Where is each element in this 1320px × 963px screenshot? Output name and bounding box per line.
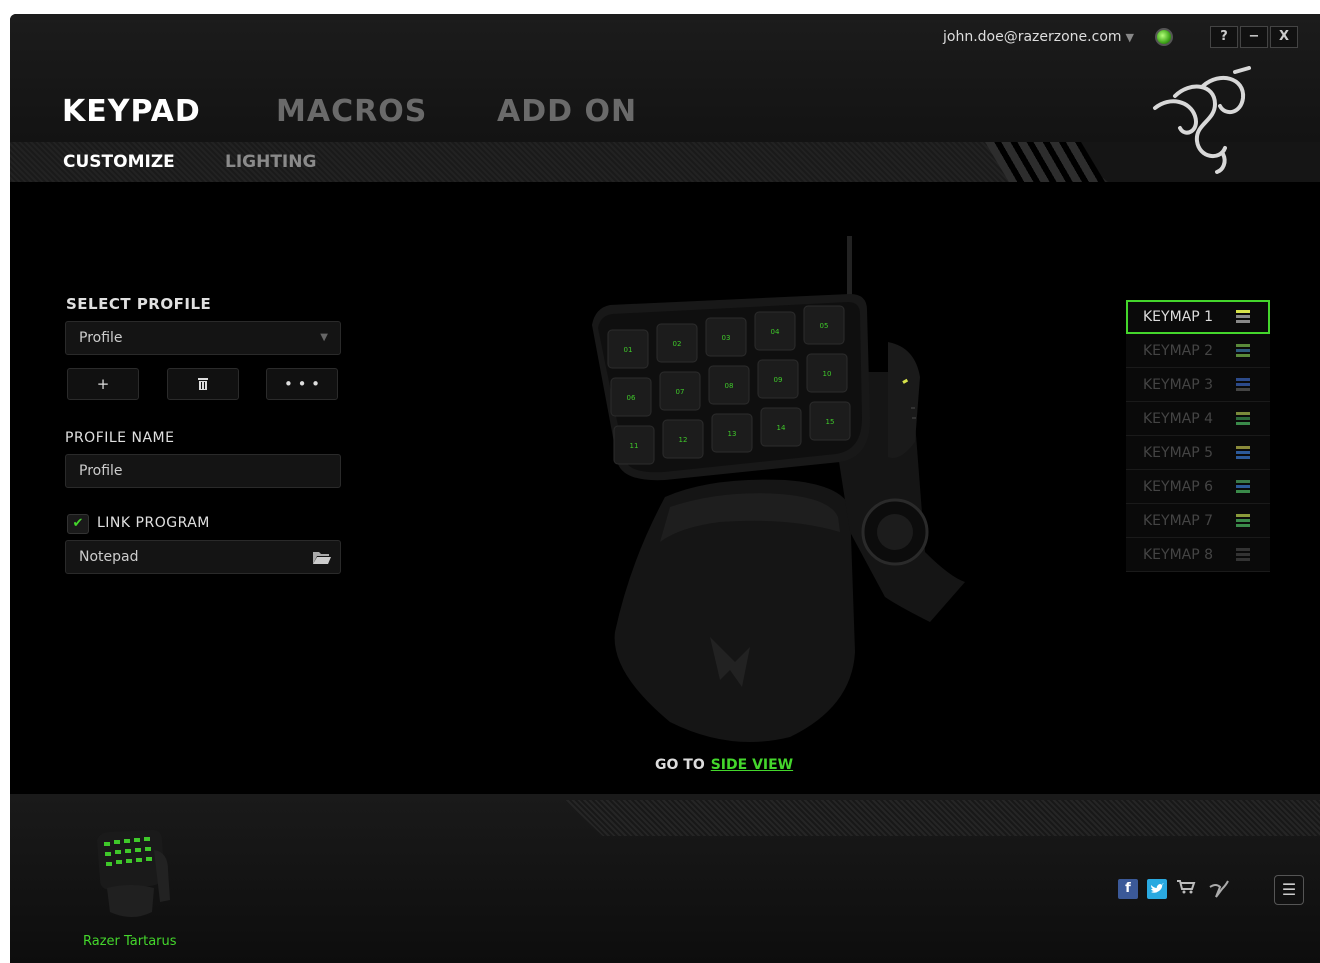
- goto-side-view: GO TO SIDE VIEW: [655, 757, 793, 773]
- razer-logo-icon: [1153, 66, 1251, 174]
- help-button[interactable]: ?: [1210, 26, 1238, 48]
- subtab-customize[interactable]: CUSTOMIZE: [63, 152, 175, 172]
- tab-add-on[interactable]: ADD ON: [497, 94, 637, 129]
- folder-icon[interactable]: [313, 551, 331, 564]
- keymap-color-icon: [1236, 412, 1250, 426]
- facebook-icon[interactable]: f: [1118, 879, 1138, 899]
- keypad-key-label: 12: [679, 436, 688, 444]
- twitter-bird-icon: [1151, 883, 1164, 893]
- hamburger-icon: ☰: [1281, 880, 1297, 899]
- profile-dropdown[interactable]: Profile ▼: [65, 321, 341, 355]
- main-menu-button[interactable]: ☰: [1274, 875, 1304, 905]
- close-button[interactable]: X: [1270, 26, 1298, 48]
- keypad-key-label: 03: [722, 334, 731, 342]
- keymap-label: KEYMAP 7: [1143, 513, 1214, 529]
- keypad-key-label: 02: [673, 340, 682, 348]
- side-view-link[interactable]: SIDE VIEW: [711, 757, 793, 773]
- goto-prefix: GO TO: [655, 757, 705, 773]
- keymap-label: KEYMAP 8: [1143, 547, 1214, 563]
- link-program-checkbox[interactable]: ✔: [67, 514, 89, 534]
- keymap-color-icon: [1236, 310, 1250, 324]
- keymap-5-button[interactable]: KEYMAP 5: [1126, 436, 1270, 470]
- cart-icon: [1177, 880, 1196, 894]
- keypad-key-label: 11: [630, 442, 639, 450]
- checkmark-icon: ✔: [72, 516, 84, 531]
- keymap-color-icon: [1236, 548, 1250, 562]
- keypad-device-image: 01 02 03 04 05 06 07 08 09 10 11 12 13 14 15: [592, 236, 965, 742]
- keymap-6-button[interactable]: KEYMAP 6: [1126, 470, 1270, 504]
- minimize-button[interactable]: −: [1240, 26, 1268, 48]
- razer-synapse-window: KEYPAD MACROS ADD ON CUSTOMIZE LIGHTING …: [10, 14, 1320, 963]
- chevron-down-icon: ▼: [320, 332, 328, 343]
- twitter-icon[interactable]: [1147, 879, 1167, 899]
- keymap-color-icon: [1236, 344, 1250, 358]
- linked-program-value: Notepad: [79, 549, 139, 565]
- keypad-key-label: 15: [826, 418, 835, 426]
- store-cart-icon[interactable]: [1176, 879, 1196, 899]
- user-account-menu[interactable]: john.doe@razerzone.com ▼: [943, 29, 1134, 45]
- select-profile-label: SELECT PROFILE: [66, 295, 212, 313]
- keymap-color-icon: [1236, 446, 1250, 460]
- profile-name-label: PROFILE NAME: [65, 430, 175, 446]
- profile-dropdown-value: Profile: [79, 330, 123, 346]
- link-program-label: LINK PROGRAM: [97, 515, 210, 531]
- keymap-1-button[interactable]: KEYMAP 1: [1126, 300, 1270, 334]
- keypad-key-label: 09: [774, 376, 783, 384]
- chevron-down-icon: ▼: [1125, 31, 1134, 44]
- trash-icon: [198, 378, 208, 390]
- profile-name-input[interactable]: Profile: [65, 454, 341, 488]
- razer-snake-icon: [1209, 880, 1229, 898]
- keypad-keys: 01 02 03 04 05 06 07 08 09 10 11 12 13 14 15: [607, 305, 851, 465]
- linked-program-field[interactable]: Notepad: [65, 540, 341, 574]
- keypad-key-label: 07: [676, 388, 685, 396]
- keypad-key-label: 13: [728, 430, 737, 438]
- profile-name-value: Profile: [79, 463, 123, 479]
- footer-stripe-decoration: [565, 800, 1320, 836]
- keypad-key-label: 05: [820, 322, 829, 330]
- keypad-key-label: 04: [771, 328, 780, 336]
- tab-macros[interactable]: MACROS: [276, 94, 427, 129]
- keymap-8-button[interactable]: KEYMAP 8: [1126, 538, 1270, 572]
- keypad-key-label: 01: [624, 346, 633, 354]
- device-name: Razer Tartarus: [83, 934, 177, 949]
- keymap-label: KEYMAP 5: [1143, 445, 1214, 461]
- razer-insider-icon[interactable]: [1208, 879, 1229, 899]
- subtab-lighting[interactable]: LIGHTING: [225, 152, 316, 172]
- device-thumbnail[interactable]: [92, 830, 172, 920]
- keymap-label: KEYMAP 1: [1143, 309, 1214, 325]
- keymap-label: KEYMAP 6: [1143, 479, 1214, 495]
- keymap-color-icon: [1236, 378, 1250, 392]
- keypad-key-label: 08: [725, 382, 734, 390]
- keymap-label: KEYMAP 4: [1143, 411, 1214, 427]
- keymap-4-button[interactable]: KEYMAP 4: [1126, 402, 1270, 436]
- keymap-3-button[interactable]: KEYMAP 3: [1126, 368, 1270, 402]
- keypad-key-label: 06: [627, 394, 636, 402]
- keypad-key-label: 14: [777, 424, 786, 432]
- keymap-color-icon: [1236, 514, 1250, 528]
- user-email: john.doe@razerzone.com: [943, 29, 1122, 45]
- keymap-7-button[interactable]: KEYMAP 7: [1126, 504, 1270, 538]
- add-profile-button[interactable]: +: [67, 368, 139, 400]
- keypad-key-label: 10: [823, 370, 832, 378]
- keymap-color-icon: [1236, 480, 1250, 494]
- keymap-label: KEYMAP 3: [1143, 377, 1214, 393]
- online-status-icon: [1155, 28, 1173, 46]
- tab-keypad[interactable]: KEYPAD: [62, 94, 201, 129]
- keymap-2-button[interactable]: KEYMAP 2: [1126, 334, 1270, 368]
- delete-profile-button[interactable]: [167, 368, 239, 400]
- more-options-button[interactable]: • • •: [266, 368, 338, 400]
- keymap-label: KEYMAP 2: [1143, 343, 1214, 359]
